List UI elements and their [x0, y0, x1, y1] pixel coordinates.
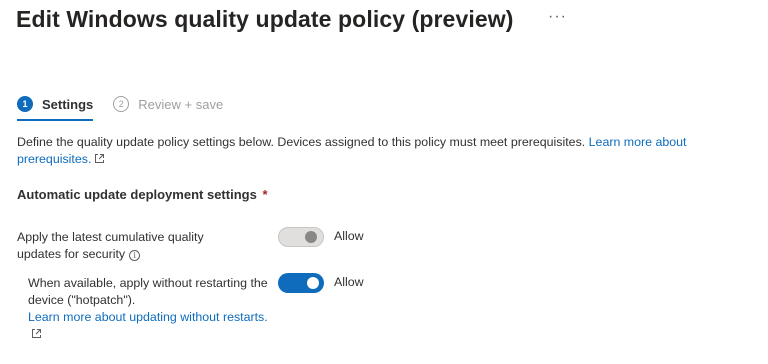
info-icon[interactable]: i — [129, 250, 141, 261]
setting-label-hotpatch: When available, apply without restarting… — [28, 275, 273, 343]
toggle-state-label: Allow — [334, 229, 364, 243]
policy-description: Define the quality update policy setting… — [17, 134, 757, 168]
toggle-knob — [307, 277, 319, 289]
section-heading-text: Automatic update deployment settings — [17, 187, 257, 202]
setting-label-text: Apply the latest cumulative quality upda… — [17, 230, 204, 261]
step-label: Settings — [42, 96, 94, 112]
setting-label-text: When available, apply without restarting… — [28, 276, 268, 307]
more-options-icon[interactable]: ··· — [548, 8, 567, 26]
external-link-icon — [32, 329, 41, 338]
toggle-knob — [305, 231, 317, 243]
step-number-icon: 2 — [113, 96, 130, 112]
link-text[interactable]: Learn more about updating without restar… — [28, 310, 268, 324]
active-step-indicator — [17, 119, 94, 121]
step-number-icon: 1 — [17, 96, 33, 112]
external-link-icon — [95, 154, 105, 163]
required-marker: * — [262, 187, 268, 202]
toggle-state-label: Allow — [334, 275, 364, 289]
step-settings[interactable]: 1 Settings — [17, 96, 94, 121]
setting-label-cumulative-updates: Apply the latest cumulative quality upda… — [17, 229, 247, 263]
description-text: Define the quality update policy setting… — [17, 135, 589, 149]
section-heading: Automatic update deployment settings * — [17, 187, 268, 202]
cumulative-updates-toggle[interactable] — [278, 227, 324, 247]
step-review-save[interactable]: 2 Review + save — [113, 96, 223, 112]
learn-more-hotpatch-link[interactable]: Learn more about updating without restar… — [28, 310, 268, 341]
step-label: Review + save — [138, 96, 224, 112]
page-title: Edit Windows quality update policy (prev… — [16, 6, 514, 32]
hotpatch-toggle[interactable] — [278, 273, 324, 293]
wizard-steps: 1 Settings 2 Review + save — [17, 91, 243, 121]
